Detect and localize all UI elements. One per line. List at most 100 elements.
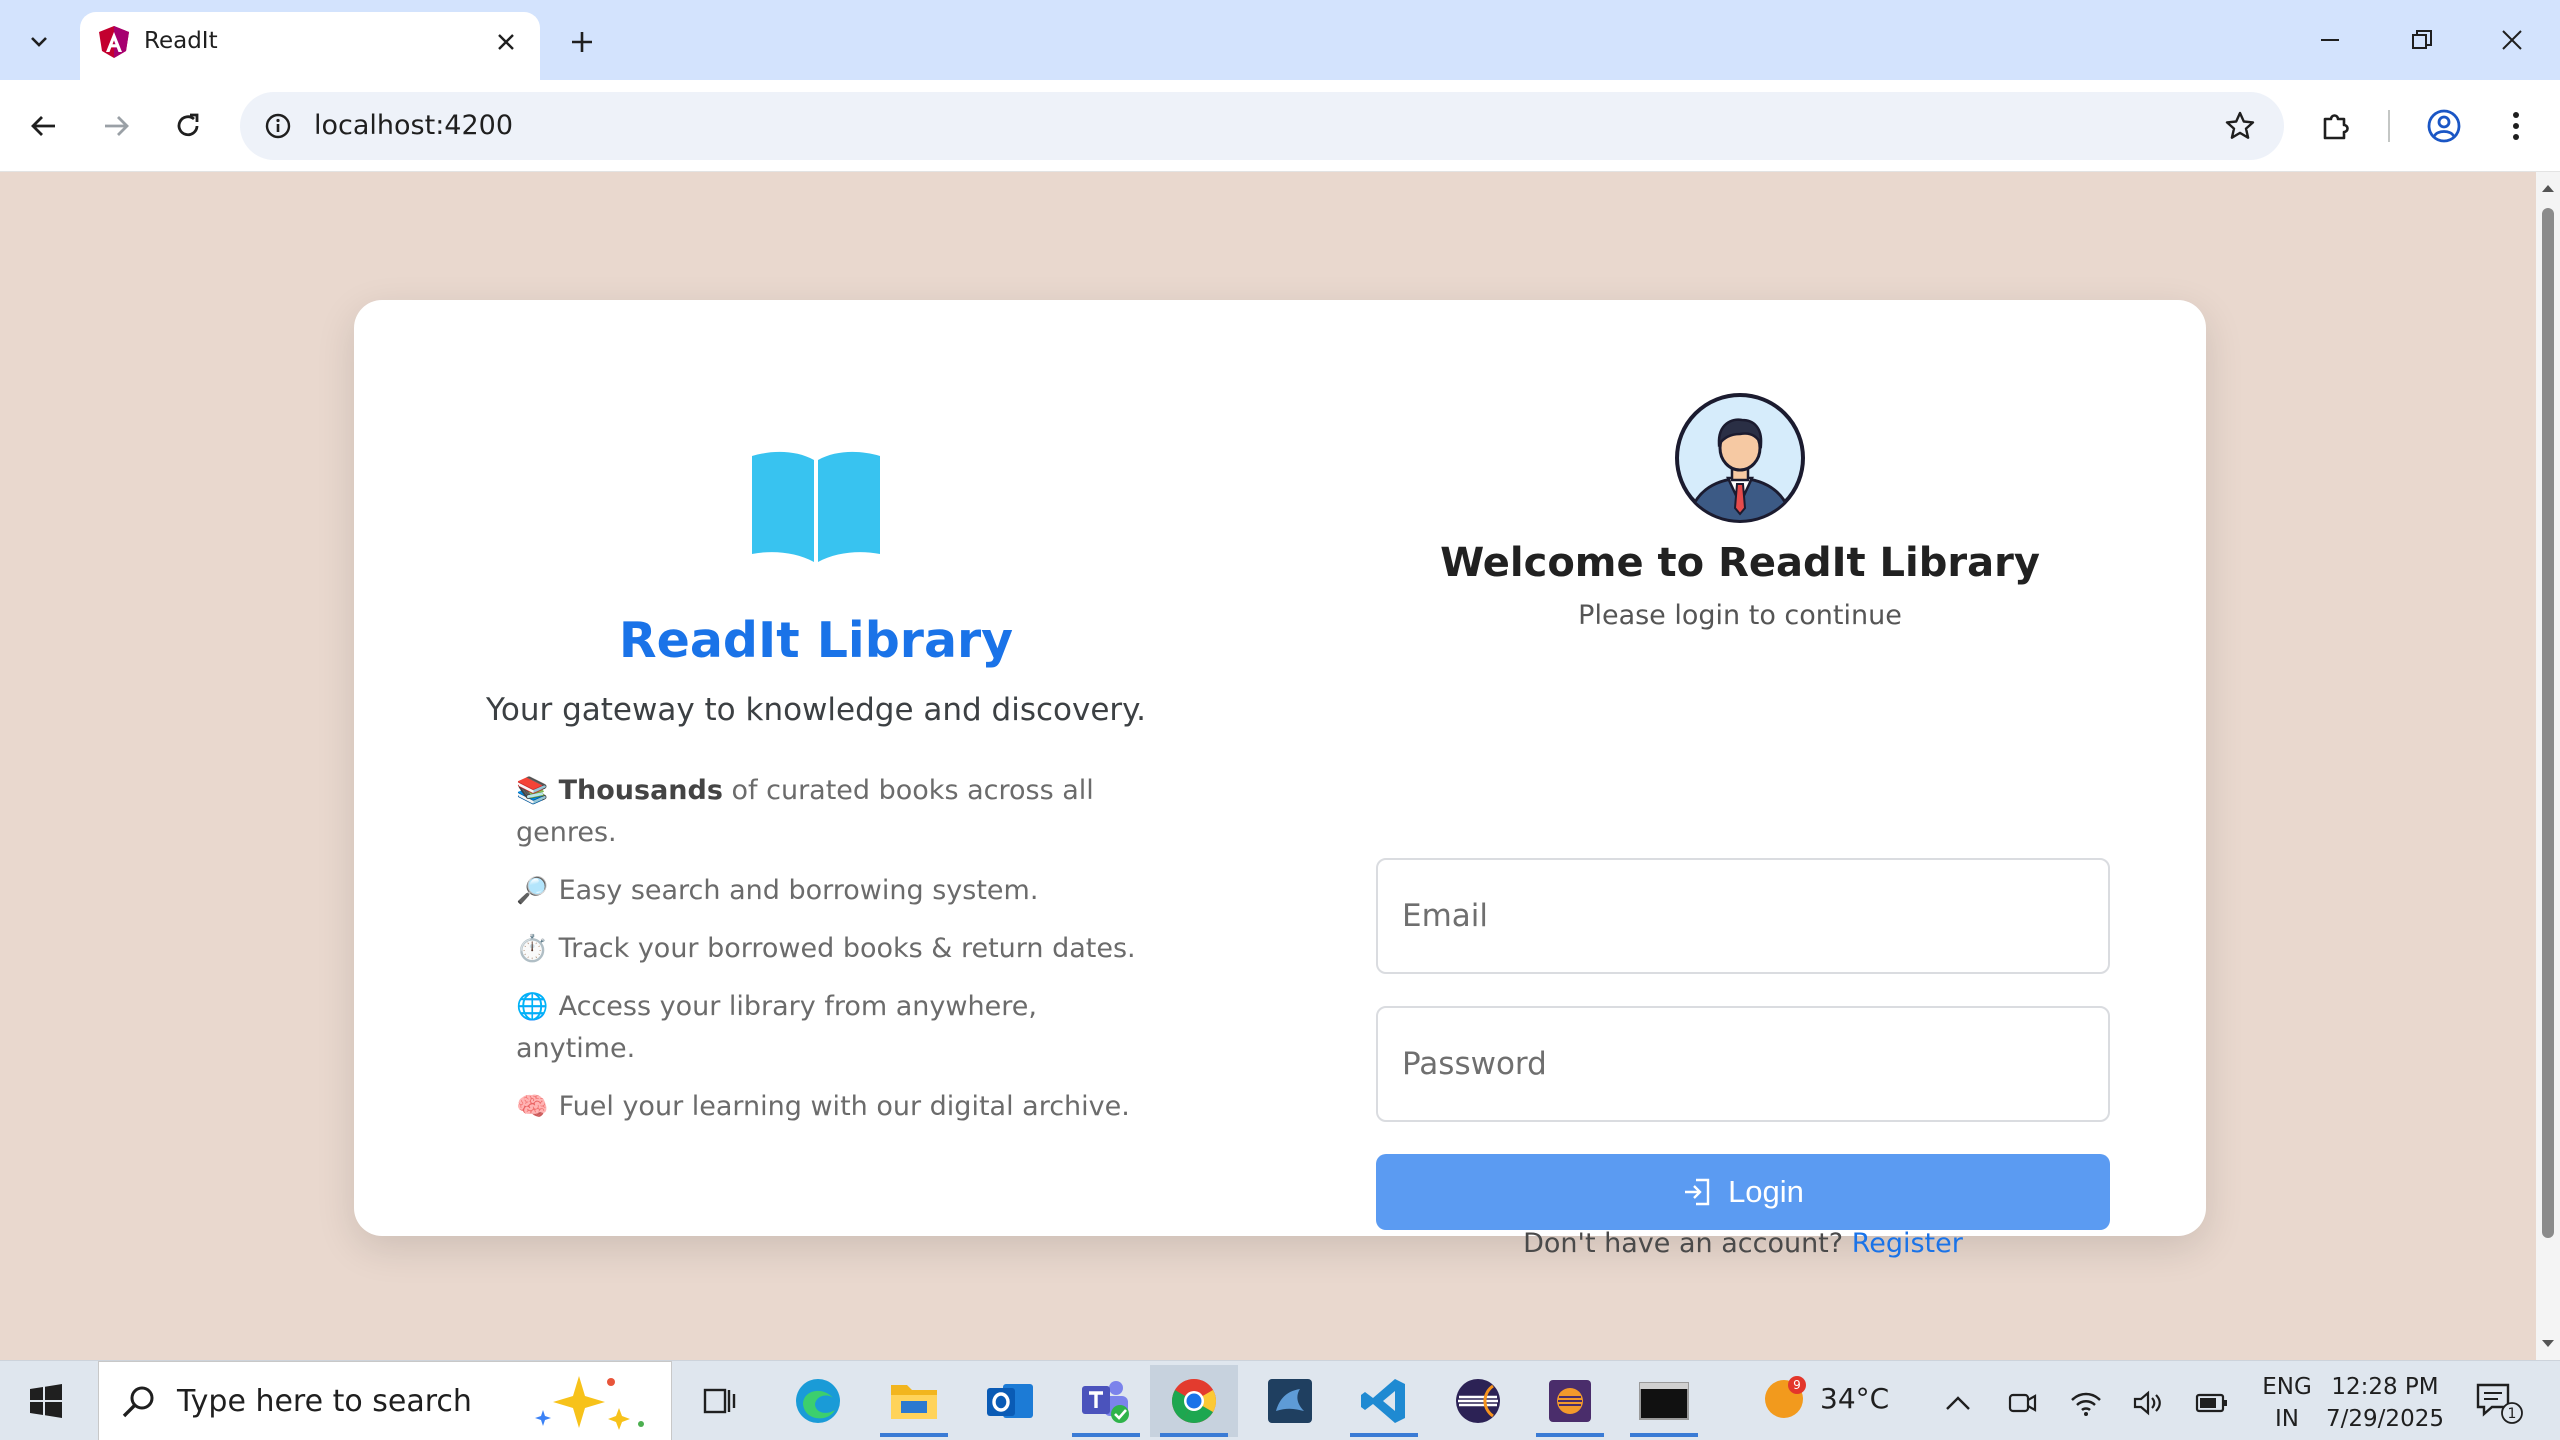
arrow-right-icon xyxy=(105,116,129,136)
mysql-workbench-icon xyxy=(1268,1379,1312,1423)
weather-badge: 9 xyxy=(1793,1378,1801,1392)
register-prompt: Don't have an account? Register xyxy=(1376,1228,2110,1259)
welcome-heading: Welcome to ReadIt Library xyxy=(1440,540,2040,586)
feature-list: 📚 Thousands of curated books across all … xyxy=(516,770,1136,1144)
scroll-thumb[interactable] xyxy=(2542,208,2554,1238)
task-view-icon xyxy=(703,1388,736,1414)
login-button[interactable]: Login xyxy=(1376,1154,2110,1230)
extensions-button[interactable] xyxy=(2310,100,2362,152)
clock-date: 7/29/2025 xyxy=(2326,1406,2444,1432)
start-button[interactable] xyxy=(18,1379,74,1423)
address-bar[interactable]: localhost:4200 xyxy=(240,92,2284,160)
browser-tab[interactable]: ReadIt xyxy=(80,12,540,80)
feature-item: 🌐 Access your library from anywhere, any… xyxy=(516,986,1136,1070)
brand-title: ReadIt Library xyxy=(618,612,1014,669)
magnifier-icon: 🔎 xyxy=(516,876,549,906)
sparkle-icon xyxy=(535,1376,644,1430)
language-code: ENG xyxy=(2262,1374,2312,1400)
browser-tab-strip: ReadIt xyxy=(0,0,2560,80)
sun-icon: 9 xyxy=(1765,1376,1806,1418)
minimize-icon xyxy=(2321,39,2339,41)
notification-center-button[interactable]: 1 xyxy=(2474,1381,2524,1425)
taskbar-teams[interactable] xyxy=(1062,1365,1150,1437)
tray-battery[interactable] xyxy=(2192,1383,2232,1423)
show-hidden-icons-button[interactable] xyxy=(1938,1383,1978,1423)
close-icon xyxy=(498,34,514,50)
restore-button[interactable] xyxy=(2392,14,2452,66)
taskbar-outlook[interactable] xyxy=(966,1365,1054,1437)
search-icon xyxy=(122,1386,154,1418)
tray-meet-now[interactable] xyxy=(2002,1383,2042,1423)
task-view-button[interactable] xyxy=(676,1365,764,1437)
close-window-button[interactable] xyxy=(2482,14,2542,66)
info-icon xyxy=(265,113,291,139)
taskbar-edge[interactable] xyxy=(774,1365,862,1437)
eclipse-icon xyxy=(1456,1379,1500,1423)
taskbar-file-explorer[interactable] xyxy=(870,1365,958,1437)
triangle-down-icon xyxy=(2542,1340,2554,1347)
restore-icon xyxy=(2412,30,2432,49)
taskbar-eclipse-jee[interactable] xyxy=(1526,1365,1614,1437)
terminal-icon xyxy=(1639,1382,1689,1420)
site-info-button[interactable] xyxy=(258,106,298,146)
page-scrollbar[interactable] xyxy=(2536,172,2560,1360)
tab-close-button[interactable] xyxy=(490,26,522,58)
scroll-up-arrow[interactable] xyxy=(2540,180,2556,196)
taskbar-chrome[interactable] xyxy=(1150,1365,1238,1437)
back-button[interactable] xyxy=(18,100,70,152)
toolbar-separator xyxy=(2388,110,2390,142)
eclipse-jee-icon xyxy=(1549,1380,1591,1422)
tray-network[interactable] xyxy=(2066,1383,2106,1423)
scroll-down-arrow[interactable] xyxy=(2540,1336,2556,1352)
tab-search-button[interactable] xyxy=(12,16,66,66)
chevron-down-icon xyxy=(31,37,47,47)
feature-item: ⏱️ Track your borrowed books & return da… xyxy=(516,928,1136,970)
teams-icon xyxy=(1082,1381,1129,1423)
password-field[interactable] xyxy=(1376,1006,2110,1122)
taskbar-vscode[interactable] xyxy=(1340,1365,1428,1437)
running-indicator xyxy=(1350,1433,1418,1437)
forward-button[interactable] xyxy=(90,100,142,152)
running-indicator xyxy=(1630,1433,1698,1437)
taskbar-mysql-workbench[interactable] xyxy=(1246,1365,1334,1437)
reload-button[interactable] xyxy=(162,100,214,152)
brain-icon: 🧠 xyxy=(516,1092,549,1122)
camera-icon xyxy=(2008,1393,2037,1413)
login-icon xyxy=(1685,1178,1710,1206)
stopwatch-icon: ⏱️ xyxy=(516,934,549,964)
vscode-icon xyxy=(1361,1379,1405,1423)
new-tab-button[interactable] xyxy=(560,20,604,64)
chrome-icon xyxy=(1172,1379,1216,1423)
profile-button[interactable] xyxy=(2418,100,2470,152)
weather-temperature: 34°C xyxy=(1820,1381,1890,1415)
system-clock[interactable]: 12:28 PM 7/29/2025 xyxy=(2320,1371,2450,1435)
login-button-label: Login xyxy=(1728,1174,1804,1209)
language-indicator[interactable]: ENG IN xyxy=(2252,1371,2322,1435)
speaker-icon xyxy=(2133,1390,2161,1416)
taskbar-search[interactable]: Type here to search xyxy=(98,1361,672,1440)
notification-icon: 1 xyxy=(2476,1383,2523,1424)
weather-widget[interactable]: 9 34°C xyxy=(1762,1375,1889,1421)
close-icon xyxy=(2502,30,2522,50)
feature-text: Track your borrowed books & return dates… xyxy=(558,933,1136,964)
bookmark-button[interactable] xyxy=(2218,104,2262,148)
browser-menu-button[interactable] xyxy=(2490,100,2542,152)
language-region: IN xyxy=(2275,1406,2299,1432)
minimize-button[interactable] xyxy=(2300,14,2360,66)
address-url: localhost:4200 xyxy=(314,110,514,141)
email-field[interactable] xyxy=(1376,858,2110,974)
outlook-icon xyxy=(987,1384,1033,1418)
page-viewport: ReadIt Library Your gateway to knowledge… xyxy=(0,172,2536,1360)
browser-toolbar: localhost:4200 xyxy=(0,80,2560,172)
feature-text: Fuel your learning with our digital arch… xyxy=(558,1091,1130,1122)
taskbar-terminal[interactable] xyxy=(1620,1365,1708,1437)
register-link[interactable]: Register xyxy=(1852,1228,1963,1259)
feature-item: 🧠 Fuel your learning with our digital ar… xyxy=(516,1086,1136,1128)
tray-volume[interactable] xyxy=(2128,1383,2168,1423)
more-vertical-icon xyxy=(2513,112,2519,140)
taskbar-eclipse[interactable] xyxy=(1434,1365,1522,1437)
open-book-icon xyxy=(752,451,880,562)
windows-taskbar: Type here to search 9 34°C ENG IN 12:28 … xyxy=(0,1360,2560,1440)
running-indicator xyxy=(1536,1433,1604,1437)
reload-icon xyxy=(177,113,199,137)
